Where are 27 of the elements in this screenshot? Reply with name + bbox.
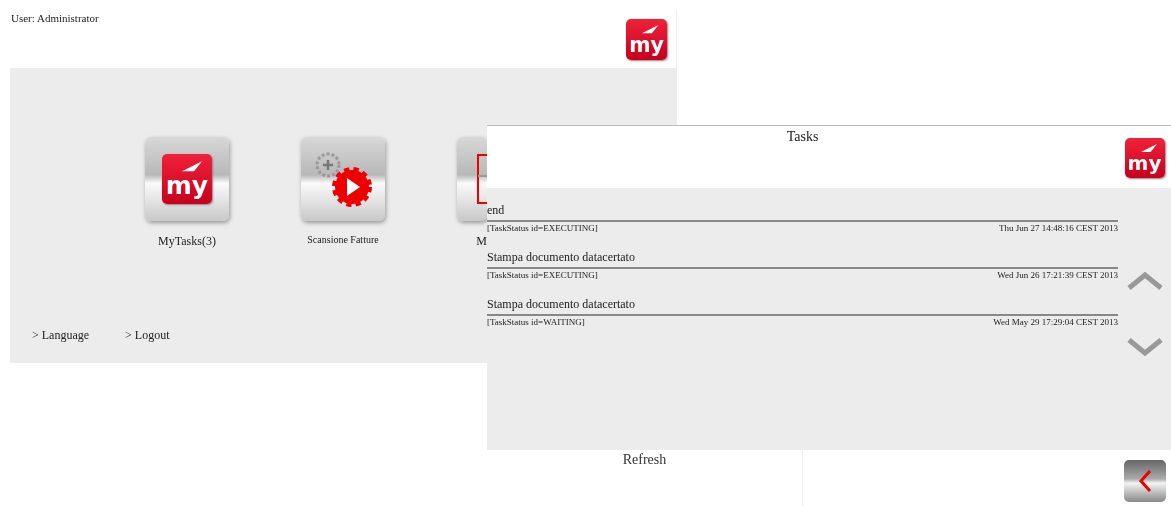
scroll-down-button[interactable] [1126, 336, 1163, 358]
user-label: User: Administrator [10, 11, 99, 24]
task-date: Wed Jun 26 17:21:39 CEST 2013 [997, 269, 1118, 281]
task-date: Thu Jun 27 14:48:16 CEST 2013 [998, 222, 1118, 234]
app-tile[interactable] [457, 137, 487, 221]
app-tile[interactable]: my [145, 137, 229, 221]
task-status: [TaskStatus id=EXECUTING] [487, 269, 598, 281]
tile-label: Scansione Fatture [307, 234, 379, 245]
tile-label: M [476, 234, 487, 249]
scroll-up-button[interactable] [1126, 270, 1163, 292]
task-date: Wed May 29 17:29:04 CEST 2013 [993, 316, 1118, 328]
back-button[interactable] [1123, 460, 1166, 502]
document-icon [477, 154, 487, 204]
task-name[interactable]: Stampa documento datacertato [487, 296, 1118, 316]
nav-link[interactable]: > Logout [125, 328, 170, 343]
task-name[interactable]: Stampa documento datacertato [487, 249, 1118, 269]
logo-icon: my [162, 154, 212, 204]
logo-icon: my [1124, 138, 1165, 178]
app-tile[interactable] [301, 137, 385, 221]
task-status: [TaskStatus id=EXECUTING] [487, 222, 598, 234]
chevron-left-icon [1137, 469, 1152, 493]
task-name[interactable]: end [487, 202, 1118, 222]
logo-icon: my [626, 19, 667, 60]
nav-link[interactable]: > Language [32, 328, 90, 343]
tile-label: MyTasks(3) [158, 234, 216, 249]
task-status: [TaskStatus id=WAITING] [487, 316, 585, 328]
window-title: Tasks [786, 128, 819, 146]
